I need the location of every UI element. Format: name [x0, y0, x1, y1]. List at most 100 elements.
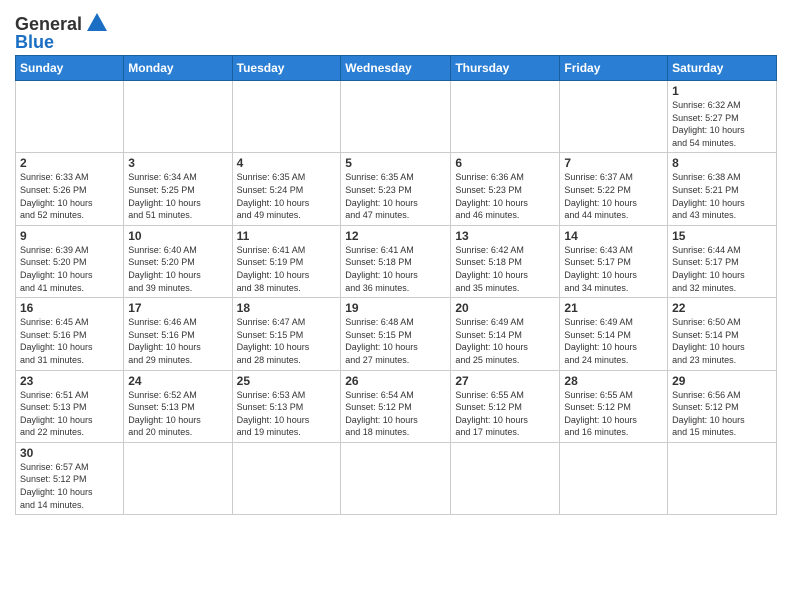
day-info: Sunrise: 6:45 AM Sunset: 5:16 PM Dayligh…: [20, 316, 119, 366]
logo: General Blue: [15, 10, 107, 51]
logo-blue-text: Blue: [15, 33, 54, 51]
day-number: 11: [237, 229, 337, 243]
week-row-3: 9Sunrise: 6:39 AM Sunset: 5:20 PM Daylig…: [16, 225, 777, 297]
day-number: 24: [128, 374, 227, 388]
day-number: 10: [128, 229, 227, 243]
weekday-header-thursday: Thursday: [451, 56, 560, 81]
logo-triangle-icon: [87, 13, 107, 31]
day-number: 20: [455, 301, 555, 315]
calendar-cell: [668, 442, 777, 514]
calendar-cell: 18Sunrise: 6:47 AM Sunset: 5:15 PM Dayli…: [232, 298, 341, 370]
calendar-cell: 29Sunrise: 6:56 AM Sunset: 5:12 PM Dayli…: [668, 370, 777, 442]
calendar-cell: 16Sunrise: 6:45 AM Sunset: 5:16 PM Dayli…: [16, 298, 124, 370]
day-info: Sunrise: 6:46 AM Sunset: 5:16 PM Dayligh…: [128, 316, 227, 366]
calendar-cell: 23Sunrise: 6:51 AM Sunset: 5:13 PM Dayli…: [16, 370, 124, 442]
day-number: 14: [564, 229, 663, 243]
calendar-cell: 11Sunrise: 6:41 AM Sunset: 5:19 PM Dayli…: [232, 225, 341, 297]
calendar-cell: [232, 81, 341, 153]
day-number: 3: [128, 156, 227, 170]
calendar-cell: 19Sunrise: 6:48 AM Sunset: 5:15 PM Dayli…: [341, 298, 451, 370]
calendar-cell: 2Sunrise: 6:33 AM Sunset: 5:26 PM Daylig…: [16, 153, 124, 225]
day-info: Sunrise: 6:50 AM Sunset: 5:14 PM Dayligh…: [672, 316, 772, 366]
calendar-cell: [341, 442, 451, 514]
day-info: Sunrise: 6:41 AM Sunset: 5:18 PM Dayligh…: [345, 244, 446, 294]
day-number: 29: [672, 374, 772, 388]
calendar-cell: 21Sunrise: 6:49 AM Sunset: 5:14 PM Dayli…: [560, 298, 668, 370]
day-info: Sunrise: 6:48 AM Sunset: 5:15 PM Dayligh…: [345, 316, 446, 366]
day-number: 23: [20, 374, 119, 388]
day-number: 12: [345, 229, 446, 243]
day-number: 19: [345, 301, 446, 315]
day-number: 27: [455, 374, 555, 388]
calendar-cell: 30Sunrise: 6:57 AM Sunset: 5:12 PM Dayli…: [16, 442, 124, 514]
calendar-cell: 4Sunrise: 6:35 AM Sunset: 5:24 PM Daylig…: [232, 153, 341, 225]
day-info: Sunrise: 6:36 AM Sunset: 5:23 PM Dayligh…: [455, 171, 555, 221]
day-number: 1: [672, 84, 772, 98]
calendar-cell: 7Sunrise: 6:37 AM Sunset: 5:22 PM Daylig…: [560, 153, 668, 225]
day-info: Sunrise: 6:44 AM Sunset: 5:17 PM Dayligh…: [672, 244, 772, 294]
day-info: Sunrise: 6:55 AM Sunset: 5:12 PM Dayligh…: [455, 389, 555, 439]
calendar-cell: [560, 442, 668, 514]
day-info: Sunrise: 6:57 AM Sunset: 5:12 PM Dayligh…: [20, 461, 119, 511]
day-number: 21: [564, 301, 663, 315]
day-number: 7: [564, 156, 663, 170]
week-row-6: 30Sunrise: 6:57 AM Sunset: 5:12 PM Dayli…: [16, 442, 777, 514]
day-info: Sunrise: 6:53 AM Sunset: 5:13 PM Dayligh…: [237, 389, 337, 439]
day-info: Sunrise: 6:42 AM Sunset: 5:18 PM Dayligh…: [455, 244, 555, 294]
day-info: Sunrise: 6:56 AM Sunset: 5:12 PM Dayligh…: [672, 389, 772, 439]
calendar-cell: 9Sunrise: 6:39 AM Sunset: 5:20 PM Daylig…: [16, 225, 124, 297]
day-info: Sunrise: 6:55 AM Sunset: 5:12 PM Dayligh…: [564, 389, 663, 439]
calendar-cell: 8Sunrise: 6:38 AM Sunset: 5:21 PM Daylig…: [668, 153, 777, 225]
calendar-cell: 1Sunrise: 6:32 AM Sunset: 5:27 PM Daylig…: [668, 81, 777, 153]
calendar-cell: [124, 442, 232, 514]
weekday-header-friday: Friday: [560, 56, 668, 81]
day-number: 8: [672, 156, 772, 170]
calendar-cell: [341, 81, 451, 153]
calendar-cell: 28Sunrise: 6:55 AM Sunset: 5:12 PM Dayli…: [560, 370, 668, 442]
day-number: 25: [237, 374, 337, 388]
calendar-cell: 15Sunrise: 6:44 AM Sunset: 5:17 PM Dayli…: [668, 225, 777, 297]
day-number: 4: [237, 156, 337, 170]
calendar-cell: 17Sunrise: 6:46 AM Sunset: 5:16 PM Dayli…: [124, 298, 232, 370]
day-info: Sunrise: 6:41 AM Sunset: 5:19 PM Dayligh…: [237, 244, 337, 294]
calendar-cell: 5Sunrise: 6:35 AM Sunset: 5:23 PM Daylig…: [341, 153, 451, 225]
day-number: 15: [672, 229, 772, 243]
day-number: 13: [455, 229, 555, 243]
calendar-table: SundayMondayTuesdayWednesdayThursdayFrid…: [15, 55, 777, 515]
day-number: 30: [20, 446, 119, 460]
calendar-cell: [451, 81, 560, 153]
calendar-cell: [560, 81, 668, 153]
day-info: Sunrise: 6:49 AM Sunset: 5:14 PM Dayligh…: [455, 316, 555, 366]
day-info: Sunrise: 6:38 AM Sunset: 5:21 PM Dayligh…: [672, 171, 772, 221]
day-number: 26: [345, 374, 446, 388]
weekday-header-monday: Monday: [124, 56, 232, 81]
day-number: 16: [20, 301, 119, 315]
week-row-2: 2Sunrise: 6:33 AM Sunset: 5:26 PM Daylig…: [16, 153, 777, 225]
day-info: Sunrise: 6:49 AM Sunset: 5:14 PM Dayligh…: [564, 316, 663, 366]
day-number: 18: [237, 301, 337, 315]
calendar-cell: 14Sunrise: 6:43 AM Sunset: 5:17 PM Dayli…: [560, 225, 668, 297]
day-info: Sunrise: 6:47 AM Sunset: 5:15 PM Dayligh…: [237, 316, 337, 366]
day-number: 2: [20, 156, 119, 170]
calendar-cell: 3Sunrise: 6:34 AM Sunset: 5:25 PM Daylig…: [124, 153, 232, 225]
weekday-header-saturday: Saturday: [668, 56, 777, 81]
day-number: 6: [455, 156, 555, 170]
day-info: Sunrise: 6:52 AM Sunset: 5:13 PM Dayligh…: [128, 389, 227, 439]
day-info: Sunrise: 6:54 AM Sunset: 5:12 PM Dayligh…: [345, 389, 446, 439]
day-info: Sunrise: 6:37 AM Sunset: 5:22 PM Dayligh…: [564, 171, 663, 221]
calendar-cell: [16, 81, 124, 153]
day-info: Sunrise: 6:40 AM Sunset: 5:20 PM Dayligh…: [128, 244, 227, 294]
calendar-cell: 22Sunrise: 6:50 AM Sunset: 5:14 PM Dayli…: [668, 298, 777, 370]
day-number: 5: [345, 156, 446, 170]
calendar-cell: 10Sunrise: 6:40 AM Sunset: 5:20 PM Dayli…: [124, 225, 232, 297]
weekday-header-wednesday: Wednesday: [341, 56, 451, 81]
day-info: Sunrise: 6:51 AM Sunset: 5:13 PM Dayligh…: [20, 389, 119, 439]
week-row-5: 23Sunrise: 6:51 AM Sunset: 5:13 PM Dayli…: [16, 370, 777, 442]
header: General Blue: [15, 10, 777, 51]
calendar-cell: 27Sunrise: 6:55 AM Sunset: 5:12 PM Dayli…: [451, 370, 560, 442]
day-info: Sunrise: 6:32 AM Sunset: 5:27 PM Dayligh…: [672, 99, 772, 149]
weekday-header-row: SundayMondayTuesdayWednesdayThursdayFrid…: [16, 56, 777, 81]
day-info: Sunrise: 6:34 AM Sunset: 5:25 PM Dayligh…: [128, 171, 227, 221]
weekday-header-tuesday: Tuesday: [232, 56, 341, 81]
day-info: Sunrise: 6:43 AM Sunset: 5:17 PM Dayligh…: [564, 244, 663, 294]
